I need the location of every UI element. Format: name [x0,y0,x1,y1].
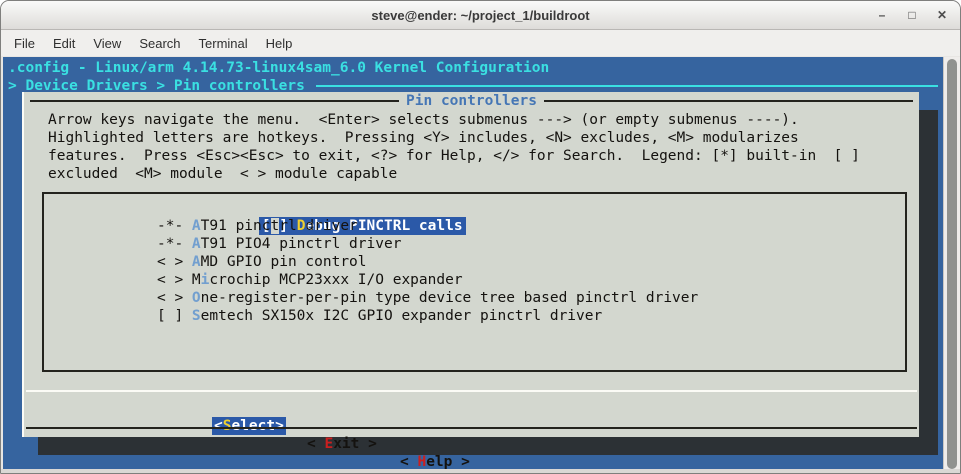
button-separator-line [26,390,917,392]
dialog-buttons: <Select> < Exit > < Help > < Save > < Lo… [24,399,919,473]
terminal-window: steve@ender: ~/project_1/buildroot – □ ✕… [0,0,961,474]
hotkey-letter: E [324,436,334,452]
hotkey-letter: A [191,254,201,270]
menu-terminal[interactable]: Terminal [190,33,257,54]
kernel-config-header: .config - Linux/arm 4.14.73-linux4sam_6.… [8,60,550,76]
menu-item-at91-pinctrl[interactable]: -*- AT91 pinctrl driver [157,217,905,235]
menu-item-one-register-per-pin[interactable]: < > One-register-per-pin type device tre… [157,289,905,307]
menu-edit[interactable]: Edit [44,33,84,54]
dialog-shadow-bottom [38,437,938,455]
menu-items: [ ] Debug PINCTRL calls -*- AT91 pinctrl… [44,194,905,325]
dialog-title: Pin controllers [406,93,537,109]
terminal-scrollbar[interactable] [943,57,960,471]
breadcrumb-rule [315,85,938,87]
menu-item-debug-pinctrl[interactable]: [ ] Debug PINCTRL calls [157,199,905,235]
dialog-shadow-right [919,110,938,437]
menu-item-microchip-mcp23xxx[interactable]: < > Microchip MCP23xxx I/O expander [157,271,905,289]
menu-item-at91-pio4[interactable]: -*- AT91 PIO4 pinctrl driver [157,235,905,253]
select-button[interactable]: <Select> [212,417,286,435]
window-titlebar[interactable]: steve@ender: ~/project_1/buildroot – □ ✕ [1,1,960,30]
minimize-icon[interactable]: – [874,8,890,22]
hotkey-letter: H [417,454,427,470]
menu-item-semtech-sx150x[interactable]: [ ] Semtech SX150x I2C GPIO expander pin… [157,307,905,325]
maximize-icon[interactable]: □ [904,8,920,22]
window-title: steve@ender: ~/project_1/buildroot [371,7,590,23]
menu-item-amd-gpio[interactable]: < > AMD GPIO pin control [157,253,905,271]
menu-view[interactable]: View [84,33,130,54]
menu-bar: File Edit View Search Terminal Help [1,30,960,56]
dialog-border-line [543,100,914,102]
menu-listbox: [ ] Debug PINCTRL calls -*- AT91 pinctrl… [42,192,907,372]
scrollbar-thumb[interactable] [947,59,957,469]
dialog-border-line [30,100,400,102]
hotkey-letter: A [191,218,201,234]
menu-file[interactable]: File [5,33,44,54]
dialog-instructions: Arrow keys navigate the menu. <Enter> se… [48,112,860,182]
window-bottom-frame [1,469,960,473]
menu-help[interactable]: Help [257,33,302,54]
menu-search[interactable]: Search [130,33,189,54]
close-icon[interactable]: ✕ [934,8,950,22]
pin-controllers-dialog: Pin controllers Arrow keys navigate the … [22,92,919,473]
terminal-screen[interactable]: .config - Linux/arm 4.14.73-linux4sam_6.… [3,57,945,473]
hotkey-letter: S [191,308,201,324]
dialog-bottom-border [26,427,917,429]
dialog-titlebar: Pin controllers [30,92,914,110]
hotkey-letter: A [191,236,201,252]
exit-button[interactable]: < Exit > [307,435,377,453]
hotkey-letter: O [191,290,201,306]
